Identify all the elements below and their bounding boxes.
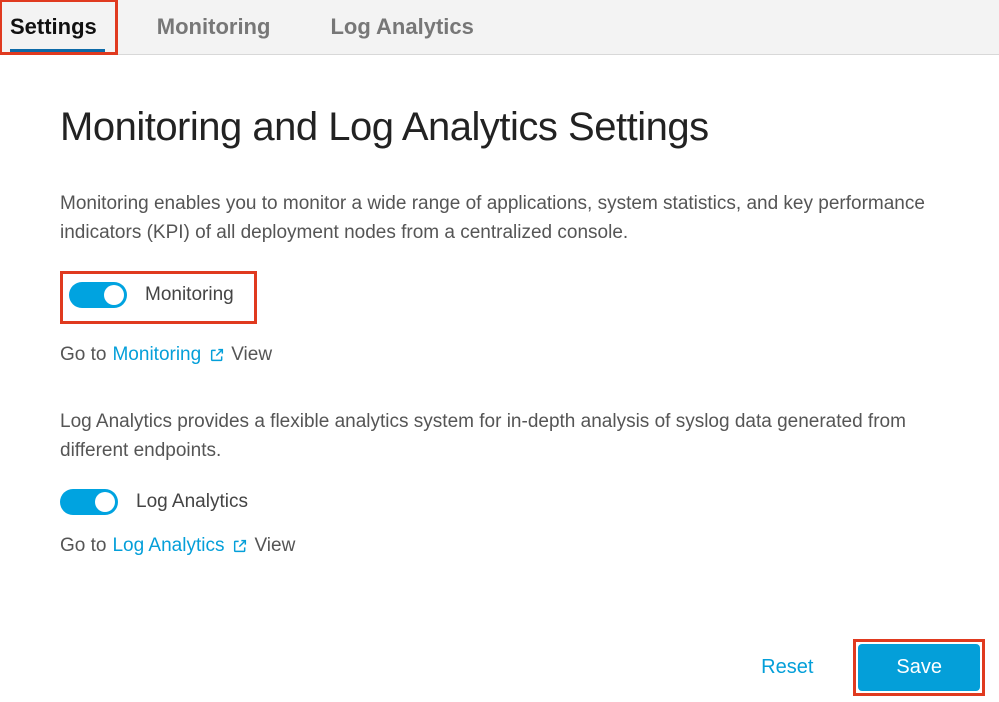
toggle-knob bbox=[95, 492, 115, 512]
goto-suffix: View bbox=[231, 344, 272, 366]
save-highlight: Save bbox=[853, 639, 985, 696]
tab-label: Log Analytics bbox=[330, 14, 473, 39]
monitoring-link-text: Monitoring bbox=[112, 344, 201, 366]
toggle-knob bbox=[104, 285, 124, 305]
monitoring-toggle[interactable] bbox=[69, 282, 127, 308]
log-analytics-toggle[interactable] bbox=[60, 489, 118, 515]
tab-label: Settings bbox=[10, 14, 97, 39]
goto-suffix: View bbox=[254, 535, 295, 557]
goto-prefix: Go to bbox=[60, 535, 106, 557]
monitoring-toggle-label: Monitoring bbox=[145, 284, 234, 306]
goto-prefix: Go to bbox=[60, 344, 106, 366]
log-analytics-goto-row: Go to Log Analytics View bbox=[60, 535, 944, 557]
external-link-icon bbox=[232, 538, 248, 554]
log-analytics-link-text: Log Analytics bbox=[112, 535, 224, 557]
footer-actions: Reset Save bbox=[761, 639, 985, 696]
monitoring-description: Monitoring enables you to monitor a wide… bbox=[60, 190, 940, 247]
external-link-icon bbox=[209, 347, 225, 363]
tab-log-analytics[interactable]: Log Analytics bbox=[310, 0, 493, 54]
content-area: Monitoring and Log Analytics Settings Mo… bbox=[0, 55, 999, 557]
monitoring-goto-row: Go to Monitoring View bbox=[60, 344, 944, 366]
log-analytics-link[interactable]: Log Analytics bbox=[112, 535, 248, 557]
tab-monitoring[interactable]: Monitoring bbox=[137, 0, 291, 54]
tab-bar: Settings Monitoring Log Analytics bbox=[0, 0, 999, 55]
tab-settings[interactable]: Settings bbox=[0, 0, 117, 54]
tab-label: Monitoring bbox=[157, 14, 271, 39]
save-button[interactable]: Save bbox=[858, 644, 980, 691]
log-analytics-toggle-label: Log Analytics bbox=[136, 491, 248, 513]
monitoring-toggle-row: Monitoring bbox=[69, 282, 234, 308]
monitoring-toggle-highlight: Monitoring bbox=[60, 271, 257, 324]
reset-button[interactable]: Reset bbox=[761, 656, 813, 679]
log-analytics-description: Log Analytics provides a flexible analyt… bbox=[60, 408, 940, 465]
monitoring-link[interactable]: Monitoring bbox=[112, 344, 225, 366]
log-analytics-toggle-row: Log Analytics bbox=[60, 489, 248, 515]
page-title: Monitoring and Log Analytics Settings bbox=[60, 105, 944, 150]
